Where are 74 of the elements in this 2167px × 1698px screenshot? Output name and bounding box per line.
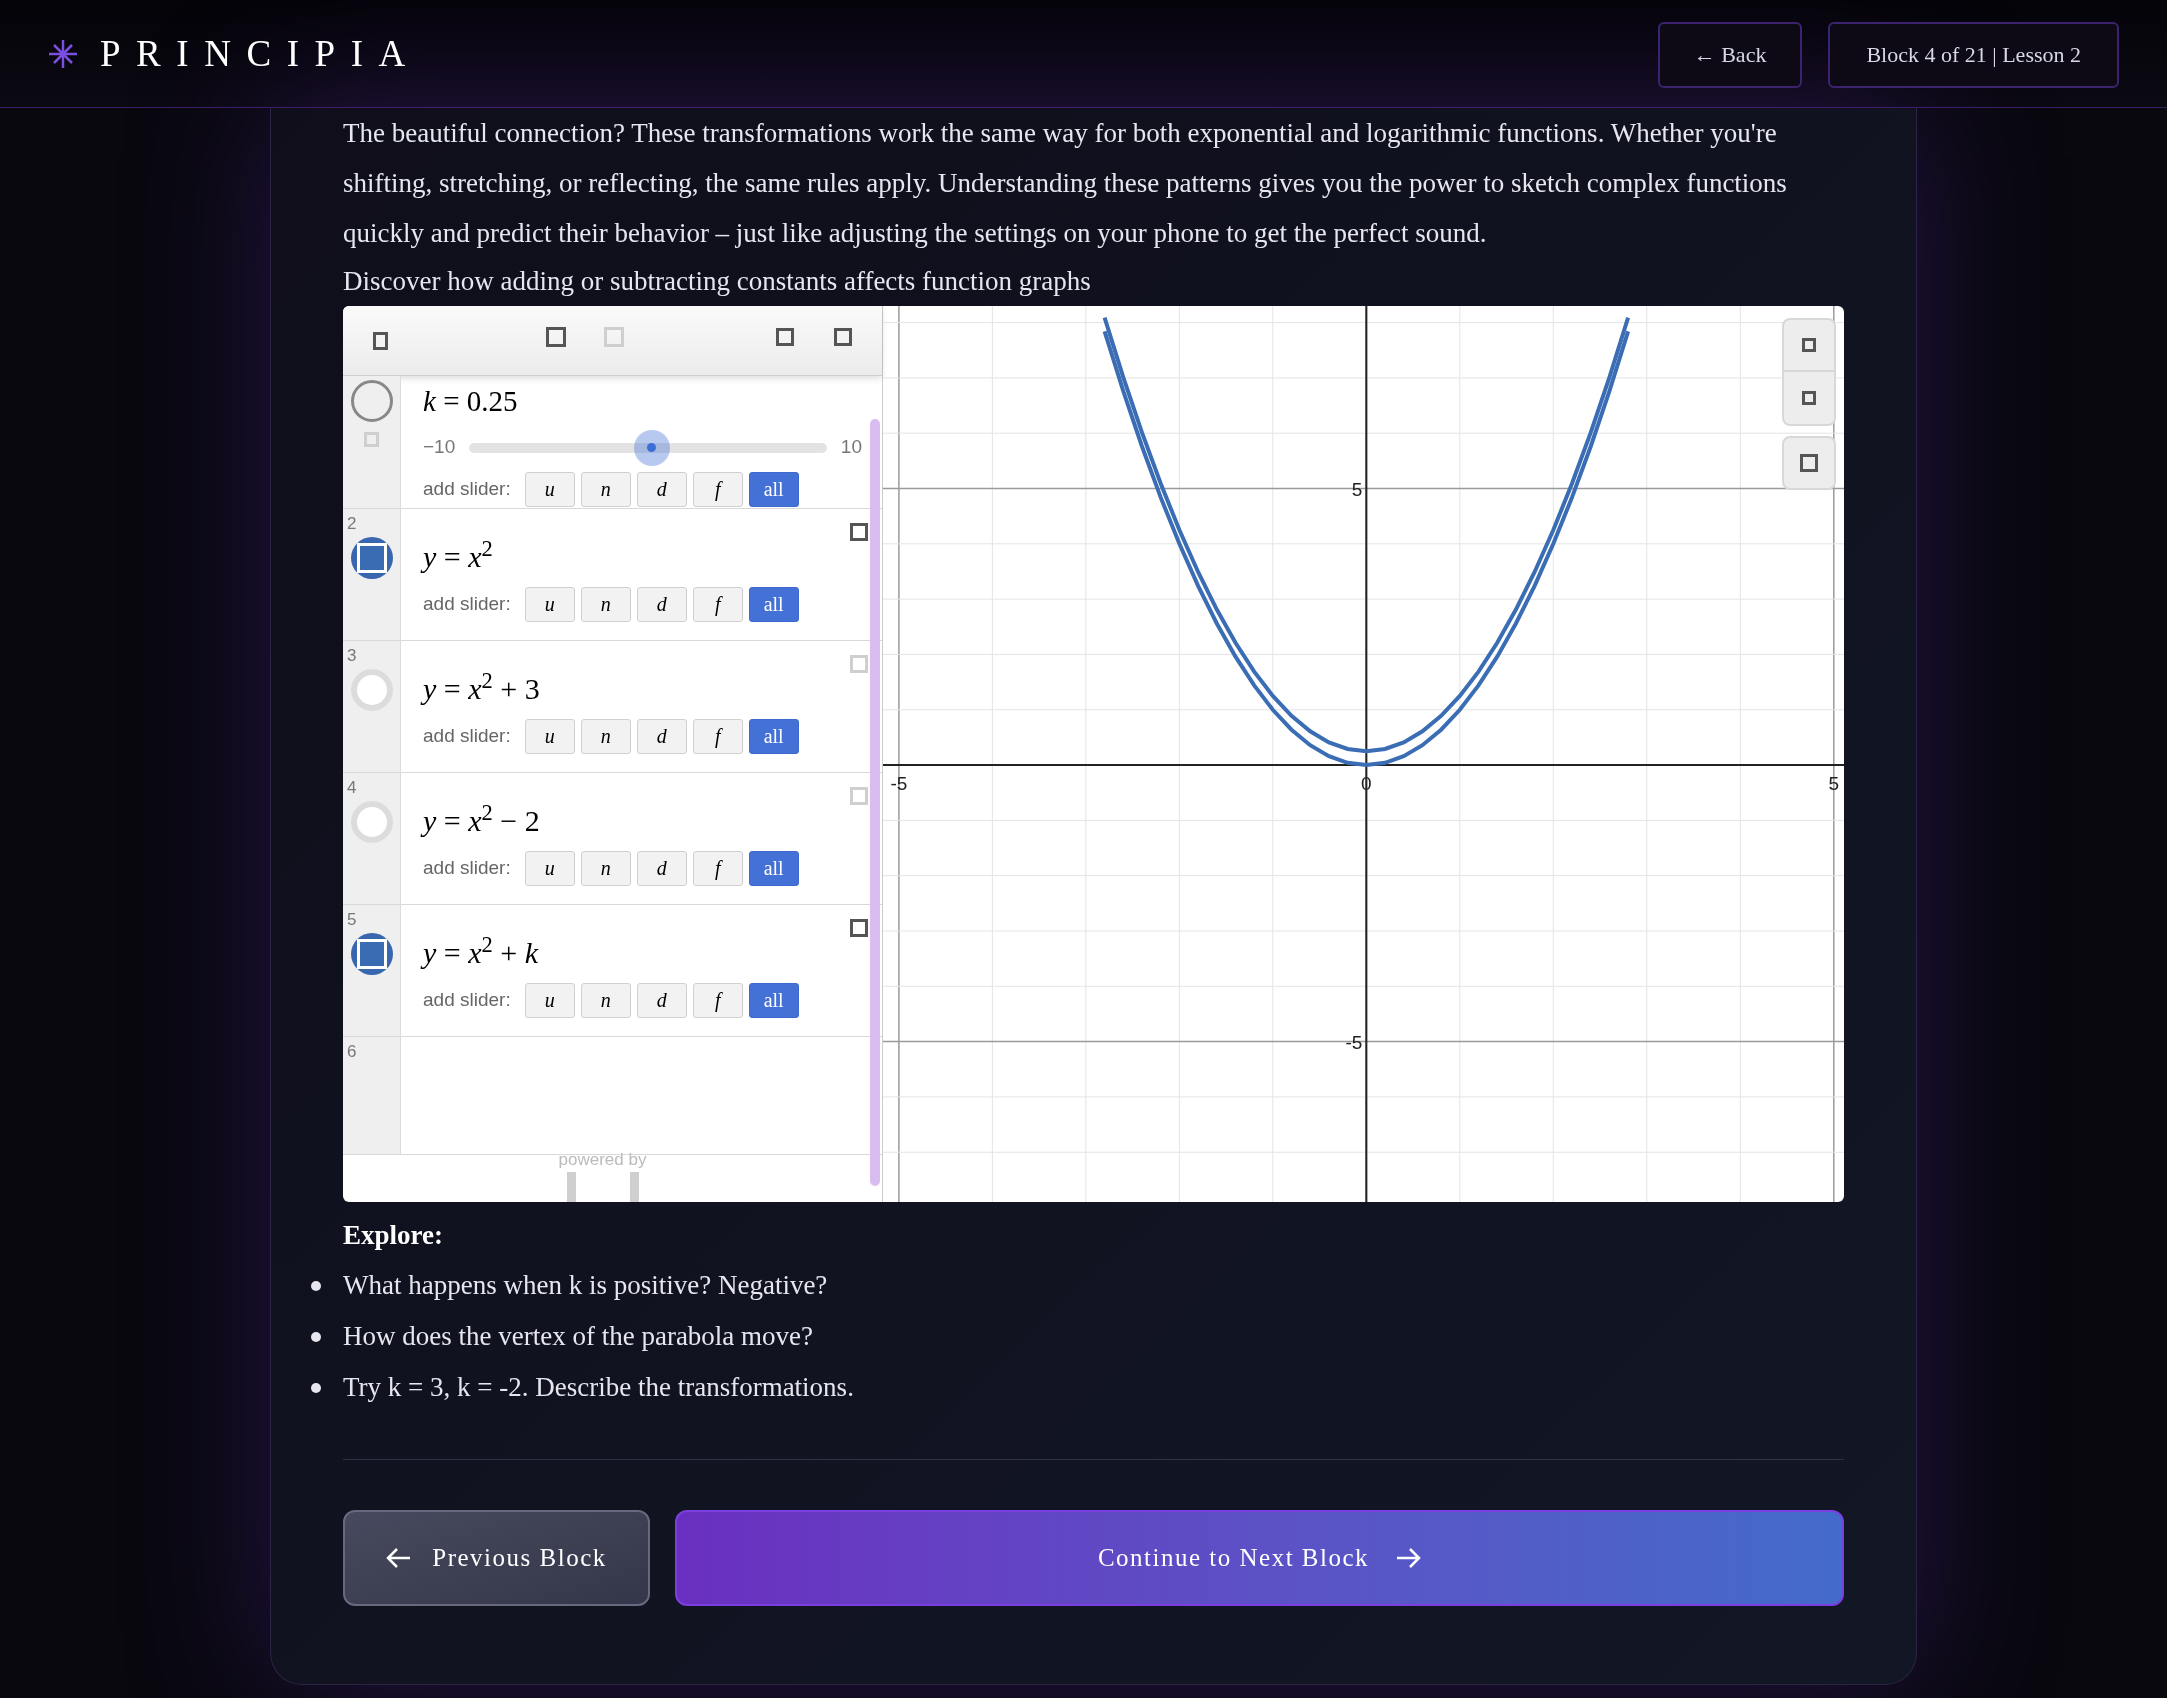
slider-option-button[interactable]: f bbox=[692, 586, 743, 622]
explore-item: Try k = 3, k = -2. Describe the transformations. bbox=[343, 1371, 854, 1405]
add-slider-label: add slider: bbox=[423, 856, 511, 881]
slider-option-button[interactable]: f bbox=[692, 850, 743, 886]
explore-heading: Explore: bbox=[343, 1219, 444, 1252]
visibility-toggle[interactable] bbox=[350, 536, 393, 579]
slider-option-button[interactable]: u bbox=[524, 471, 575, 507]
expression-text[interactable]: k = 0.25 bbox=[423, 380, 862, 424]
row-number: 2 bbox=[347, 512, 357, 535]
row-number: 5 bbox=[347, 908, 357, 931]
slider-min: −10 bbox=[423, 435, 456, 460]
square-icon[interactable] bbox=[776, 328, 794, 346]
home-button[interactable] bbox=[1782, 436, 1836, 490]
add-slider-label: add slider: bbox=[423, 592, 511, 617]
logo-mark-icon bbox=[566, 1172, 639, 1202]
slider-option-button[interactable]: n bbox=[580, 982, 631, 1018]
square-icon[interactable] bbox=[834, 328, 852, 346]
slider-option-button[interactable]: u bbox=[524, 718, 575, 754]
slider-option-button[interactable]: n bbox=[580, 586, 631, 622]
slider-option-button[interactable]: n bbox=[580, 718, 631, 754]
slider-option-button[interactable]: u bbox=[524, 850, 575, 886]
slider-option-button[interactable]: f bbox=[692, 718, 743, 754]
slider[interactable] bbox=[469, 429, 827, 466]
back-button[interactable]: ← Back bbox=[1657, 21, 1803, 88]
axis-tick-label: 5 bbox=[1828, 773, 1840, 795]
zoom-in-button[interactable] bbox=[1782, 318, 1836, 372]
axis-tick-label: -5 bbox=[1345, 1031, 1363, 1053]
slider-option-button[interactable]: u bbox=[524, 982, 575, 1018]
explore-item: How does the vertex of the parabola move? bbox=[343, 1320, 814, 1354]
sparkle-icon bbox=[48, 38, 78, 69]
slider-option-button[interactable]: all bbox=[748, 850, 799, 886]
slider-option-button[interactable]: n bbox=[580, 471, 631, 507]
previous-block-button[interactable]: Previous Block bbox=[343, 1510, 650, 1606]
logo[interactable]: PRINCIPIA bbox=[100, 25, 421, 82]
slider-option-button[interactable]: d bbox=[636, 718, 687, 754]
slider-option-button[interactable]: u bbox=[524, 586, 575, 622]
row-number: 4 bbox=[347, 776, 357, 799]
arrow-left-icon bbox=[386, 1547, 413, 1569]
slider-option-button[interactable]: d bbox=[636, 471, 687, 507]
slider-option-button[interactable]: all bbox=[748, 718, 799, 754]
slider-option-button[interactable]: d bbox=[636, 850, 687, 886]
slider-option-button[interactable]: all bbox=[748, 586, 799, 622]
progress-button[interactable]: Block 4 of 21 | Lesson 2 bbox=[1828, 21, 2119, 88]
section-subtitle: Discover how adding or subtracting constants affects function graphs bbox=[343, 265, 1092, 298]
axis-tick-label: -5 bbox=[890, 773, 908, 795]
arrow-right-icon bbox=[1395, 1547, 1422, 1569]
slider-option-button[interactable]: f bbox=[692, 982, 743, 1018]
powered-by-text: powered by bbox=[558, 1148, 647, 1171]
zoom-out-button[interactable] bbox=[1782, 372, 1836, 426]
square-icon[interactable] bbox=[1802, 391, 1816, 405]
slider-option-button[interactable]: d bbox=[636, 586, 687, 622]
slider-option-button[interactable]: all bbox=[748, 471, 799, 507]
axis-tick-label: 5 bbox=[1351, 478, 1363, 500]
square-icon[interactable] bbox=[373, 331, 388, 350]
next-block-button[interactable]: Continue to Next Block bbox=[675, 1510, 1844, 1606]
slider-max: 10 bbox=[840, 435, 862, 460]
intro-paragraph: The beautiful connection? These transformations work the same way for both exponential and logarithmic functions. Whether you're shifting, stretching, or reflecting, the same rules apply. Understanding these patterns gives you the power to sketch complex functions quickly and predict their behavior – just like adjusting the settings on your phone to get the perfect sound. bbox=[343, 117, 1788, 250]
slider-option-button[interactable]: d bbox=[636, 982, 687, 1018]
add-slider-label: add slider: bbox=[423, 476, 511, 501]
slider-option-button[interactable]: f bbox=[692, 471, 743, 507]
explore-item: What happens when k is positive? Negative? bbox=[343, 1269, 828, 1303]
slider-thumb[interactable] bbox=[633, 429, 670, 466]
visibility-toggle[interactable] bbox=[350, 932, 393, 975]
slider-icon[interactable] bbox=[350, 380, 393, 422]
row-number: 6 bbox=[347, 1040, 357, 1063]
square-icon[interactable] bbox=[546, 327, 566, 347]
row-number: 3 bbox=[347, 644, 357, 667]
add-slider-label: add slider: bbox=[423, 988, 511, 1012]
square-icon[interactable] bbox=[1802, 338, 1816, 352]
scrollbar[interactable] bbox=[870, 419, 880, 1186]
square-icon[interactable] bbox=[1800, 454, 1818, 472]
slider-option-button[interactable]: n bbox=[580, 850, 631, 886]
slider-option-button[interactable]: all bbox=[748, 982, 799, 1018]
add-slider-label: add slider: bbox=[423, 724, 511, 749]
